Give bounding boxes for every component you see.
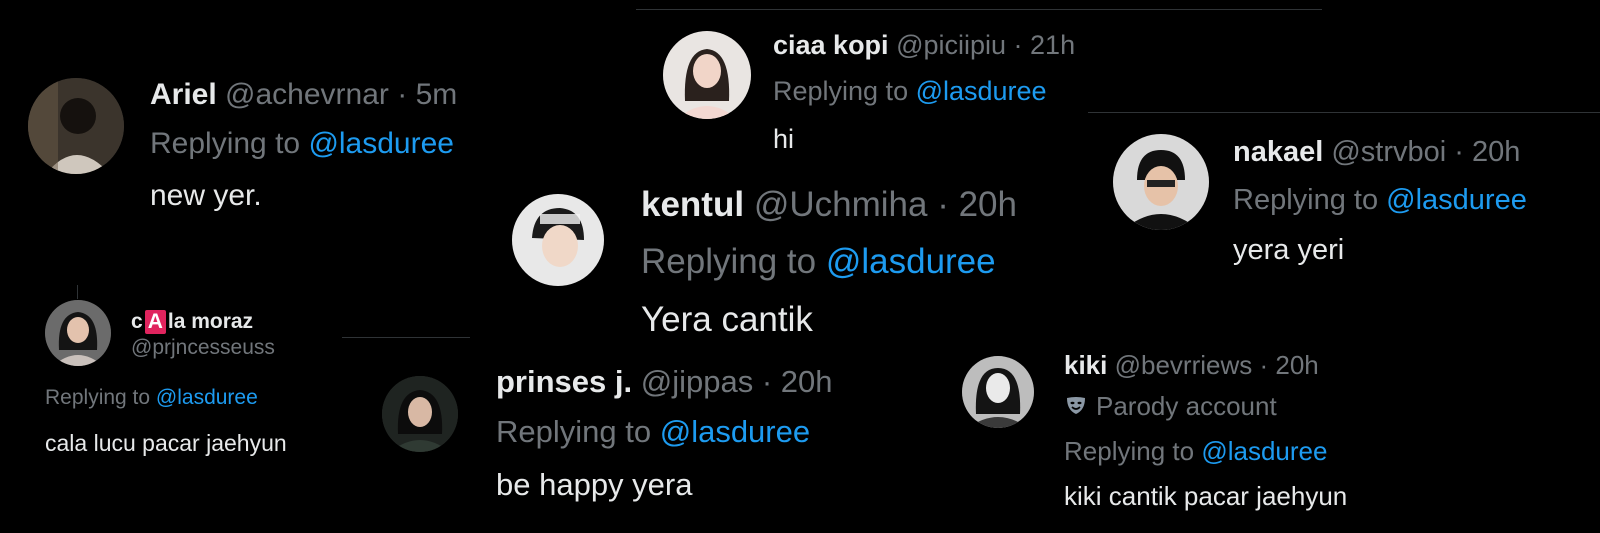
replying-label: Replying to xyxy=(641,242,826,281)
avatar[interactable] xyxy=(28,78,124,174)
avatar[interactable] xyxy=(962,356,1034,428)
avatar[interactable] xyxy=(45,300,111,366)
display-name[interactable]: nakael xyxy=(1233,136,1323,168)
mention-link[interactable]: @lasduree xyxy=(660,414,810,449)
display-name-prefix[interactable]: c xyxy=(131,310,143,333)
reply-text: new yer. xyxy=(150,179,262,212)
display-name[interactable]: prinses j. xyxy=(496,364,632,399)
theater-mask-icon xyxy=(1064,394,1088,418)
reply-text: Yera cantik xyxy=(641,300,813,339)
timestamp[interactable]: · 20h xyxy=(762,364,833,399)
replying-label: Replying to xyxy=(773,76,916,106)
handle[interactable]: @achevrnar xyxy=(225,78,389,111)
replying-label: Replying to xyxy=(496,414,660,449)
timestamp[interactable]: · 20h xyxy=(1454,136,1520,168)
replying-label: Replying to xyxy=(150,127,309,160)
thread-line xyxy=(77,285,78,299)
display-name[interactable]: kentul xyxy=(641,185,744,224)
timestamp[interactable]: · 20h xyxy=(1260,350,1319,380)
divider-left xyxy=(342,337,470,338)
divider-top xyxy=(636,9,1322,10)
handle[interactable]: @jippas xyxy=(641,364,753,399)
replying-label: Replying to xyxy=(1233,184,1387,216)
display-name[interactable]: kiki xyxy=(1064,350,1107,380)
mention-link[interactable]: @lasduree xyxy=(1386,184,1527,216)
mention-link[interactable]: @lasduree xyxy=(1201,436,1327,466)
replying-label: Replying to xyxy=(1064,436,1202,466)
mention-link[interactable]: @lasduree xyxy=(916,76,1047,106)
timestamp[interactable]: · 21h xyxy=(1014,30,1076,60)
reply-text: hi xyxy=(773,124,795,154)
replying-label: Replying to xyxy=(45,386,156,409)
mention-link[interactable]: @lasduree xyxy=(156,386,258,409)
handle[interactable]: @bevrriews xyxy=(1115,350,1253,380)
avatar[interactable] xyxy=(382,376,458,452)
reply-text: kiki cantik pacar jaehyun xyxy=(1064,481,1348,511)
divider-right xyxy=(1088,112,1600,113)
avatar[interactable] xyxy=(1113,134,1209,230)
handle[interactable]: @strvboi xyxy=(1331,136,1446,168)
avatar[interactable] xyxy=(512,194,604,286)
mention-link[interactable]: @lasduree xyxy=(826,242,996,281)
reply-text: be happy yera xyxy=(496,467,693,502)
reply-text: cala lucu pacar jaehyun xyxy=(45,430,287,456)
display-name[interactable]: ciaa kopi xyxy=(773,30,889,60)
timestamp[interactable]: · 5m xyxy=(397,78,457,111)
display-name-suffix[interactable]: la moraz xyxy=(168,310,253,333)
display-name[interactable]: Ariel xyxy=(150,78,217,111)
name-badge-icon: A xyxy=(144,310,166,335)
handle[interactable]: @piciipiu xyxy=(896,30,1006,60)
handle[interactable]: @prjncesseuss xyxy=(131,336,275,360)
avatar[interactable] xyxy=(663,31,751,119)
parody-label: Parody account xyxy=(1096,391,1277,421)
reply-text: yera yeri xyxy=(1233,234,1345,266)
mention-link[interactable]: @lasduree xyxy=(308,127,454,160)
handle[interactable]: @Uchmiha xyxy=(754,185,928,224)
timestamp[interactable]: · 20h xyxy=(937,185,1017,224)
